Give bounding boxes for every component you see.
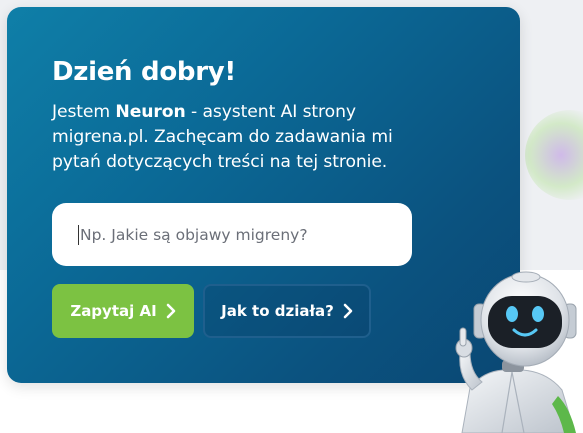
how-it-works-button-label: Jak to działa? (221, 302, 334, 320)
intro-prefix: Jestem (52, 102, 116, 122)
chevron-right-icon (343, 303, 353, 319)
assistant-intro: Jestem Neuron - asystent AI strony migre… (52, 100, 427, 175)
text-cursor (78, 224, 79, 245)
how-it-works-button[interactable]: Jak to działa? (203, 284, 371, 338)
ask-ai-button[interactable]: Zapytaj AI (52, 284, 194, 338)
ask-ai-button-label: Zapytaj AI (70, 302, 157, 320)
assistant-name: Neuron (115, 102, 186, 122)
greeting-title: Dzień dobry! (52, 57, 236, 87)
question-input[interactable] (80, 225, 380, 244)
page: Dzień dobry! Jestem Neuron - asystent AI… (0, 0, 583, 433)
robot-mascot (455, 271, 577, 433)
chevron-right-icon (166, 303, 175, 319)
question-field[interactable] (52, 203, 412, 266)
